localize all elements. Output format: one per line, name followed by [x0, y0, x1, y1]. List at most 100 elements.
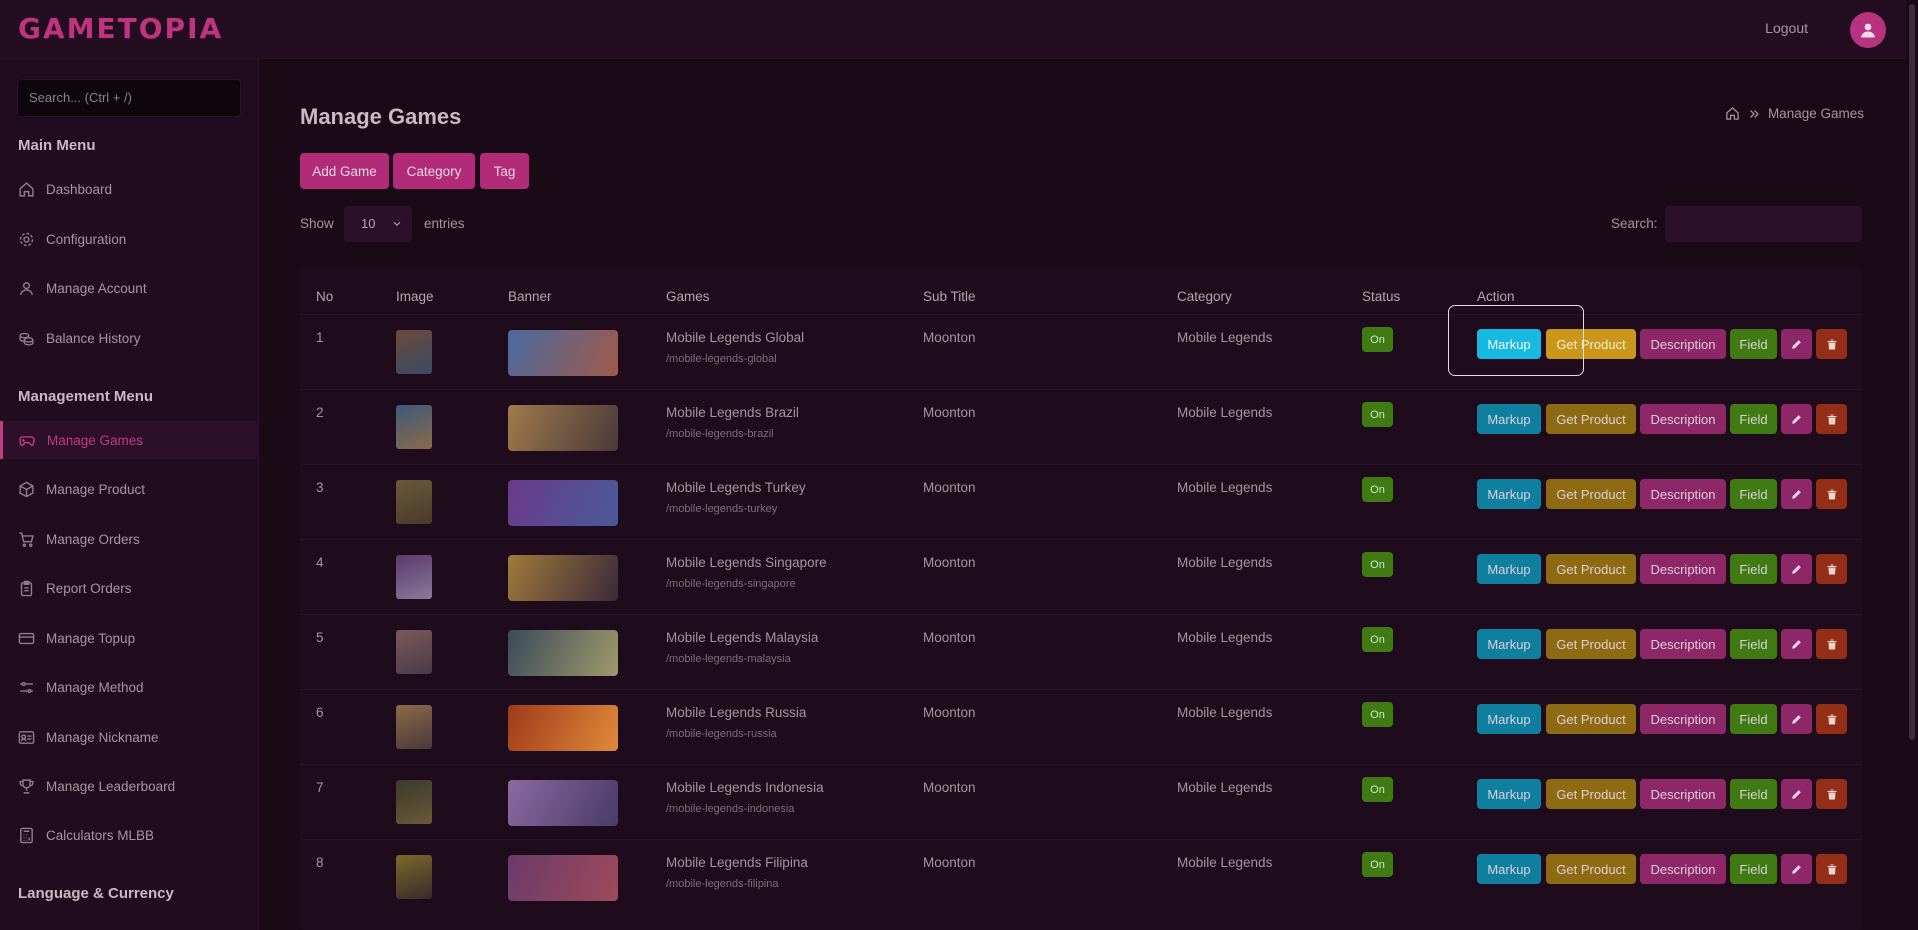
field-button[interactable]: Field [1730, 704, 1777, 734]
column-header-banner[interactable]: Banner [508, 289, 552, 304]
avatar[interactable] [1850, 12, 1886, 48]
description-button[interactable]: Description [1640, 554, 1726, 584]
edit-button[interactable] [1781, 779, 1812, 809]
status-badge[interactable]: On [1362, 777, 1393, 802]
delete-button[interactable] [1816, 704, 1847, 734]
logout-link[interactable]: Logout [1765, 20, 1808, 36]
sidebar-item-report-orders[interactable]: Report Orders [0, 569, 258, 607]
markup-button[interactable]: Markup [1477, 404, 1541, 434]
add-game-button[interactable]: Add Game [300, 153, 389, 189]
description-button[interactable]: Description [1640, 329, 1726, 359]
sidebar-search-input[interactable]: Search... (Ctrl + /) [17, 79, 241, 117]
column-header-sub-title[interactable]: Sub Title [923, 289, 976, 304]
sidebar-item-dashboard[interactable]: Dashboard [0, 170, 258, 208]
field-button[interactable]: Field [1730, 404, 1777, 434]
scrollbar-thumb[interactable] [1909, 4, 1915, 740]
status-badge[interactable]: On [1362, 552, 1393, 577]
field-button[interactable]: Field [1730, 854, 1777, 884]
markup-button[interactable]: Markup [1477, 704, 1541, 734]
entries-select[interactable]: 10 [344, 206, 412, 242]
field-button[interactable]: Field [1730, 479, 1777, 509]
get-product-button[interactable]: Get Product [1546, 854, 1636, 884]
sidebar-item-label: Manage Topup [46, 630, 136, 646]
sidebar-item-manage-topup[interactable]: Manage Topup [0, 619, 258, 657]
get-product-button[interactable]: Get Product [1546, 404, 1636, 434]
description-button[interactable]: Description [1640, 479, 1726, 509]
status-badge[interactable]: On [1362, 327, 1393, 352]
app-logo[interactable]: GAMETOPIA [18, 12, 223, 45]
sidebar-item-manage-games[interactable]: Manage Games [0, 421, 258, 459]
status-badge[interactable]: On [1362, 477, 1393, 502]
description-button[interactable]: Description [1640, 854, 1726, 884]
game-name: Mobile Legends Malaysia [666, 630, 819, 645]
delete-button[interactable] [1816, 329, 1847, 359]
sidebar-item-manage-orders[interactable]: Manage Orders [0, 520, 258, 558]
column-header-status[interactable]: Status [1362, 289, 1400, 304]
sidebar-item-calculators-mlbb[interactable]: Calculators MLBB [0, 816, 258, 854]
get-product-button[interactable]: Get Product [1546, 554, 1636, 584]
sidebar-item-configuration[interactable]: Configuration [0, 220, 258, 258]
column-header-games[interactable]: Games [666, 289, 710, 304]
sidebar-item-manage-product[interactable]: Manage Product [0, 470, 258, 508]
edit-button[interactable] [1781, 479, 1812, 509]
tag-button[interactable]: Tag [480, 153, 529, 189]
game-category: Mobile Legends [1177, 630, 1273, 645]
game-banner [508, 405, 618, 451]
edit-button[interactable] [1781, 629, 1812, 659]
get-product-button[interactable]: Get Product [1546, 629, 1636, 659]
game-banner [508, 555, 618, 601]
table-row: 7 Mobile Legends Indonesia/mobile-legends… [300, 764, 1862, 840]
edit-button[interactable] [1781, 854, 1812, 884]
sidebar-item-manage-leaderboard[interactable]: Manage Leaderboard [0, 767, 258, 805]
page-scrollbar[interactable] [1906, 0, 1918, 930]
get-product-button[interactable]: Get Product [1546, 704, 1636, 734]
markup-button[interactable]: Markup [1477, 479, 1541, 509]
category-button[interactable]: Category [393, 153, 475, 189]
edit-button[interactable] [1781, 704, 1812, 734]
description-button[interactable]: Description [1640, 404, 1726, 434]
delete-button[interactable] [1816, 629, 1847, 659]
status-badge[interactable]: On [1362, 852, 1393, 877]
description-button[interactable]: Description [1640, 779, 1726, 809]
markup-button[interactable]: Markup [1477, 554, 1541, 584]
trash-icon [1827, 864, 1836, 874]
edit-button[interactable] [1781, 329, 1812, 359]
breadcrumb: Manage Games [1725, 106, 1864, 121]
edit-button[interactable] [1781, 554, 1812, 584]
game-category: Mobile Legends [1177, 330, 1273, 345]
sidebar-item-manage-nickname[interactable]: Manage Nickname [0, 718, 258, 756]
home-icon[interactable] [1725, 106, 1740, 121]
show-label: Show [300, 216, 334, 231]
description-button[interactable]: Description [1640, 704, 1726, 734]
column-header-image[interactable]: Image [396, 289, 434, 304]
field-button[interactable]: Field [1730, 629, 1777, 659]
game-banner [508, 780, 618, 826]
delete-button[interactable] [1816, 554, 1847, 584]
edit-button[interactable] [1781, 404, 1812, 434]
field-button[interactable]: Field [1730, 554, 1777, 584]
delete-button[interactable] [1816, 779, 1847, 809]
field-button[interactable]: Field [1730, 779, 1777, 809]
description-button[interactable]: Description [1640, 629, 1726, 659]
column-header-category[interactable]: Category [1177, 289, 1232, 304]
table-search-input[interactable] [1665, 206, 1862, 242]
game-name: Mobile Legends Indonesia [666, 780, 824, 795]
markup-button[interactable]: Markup [1477, 629, 1541, 659]
get-product-button[interactable]: Get Product [1546, 479, 1636, 509]
status-badge[interactable]: On [1362, 627, 1393, 652]
delete-button[interactable] [1816, 479, 1847, 509]
sidebar-item-manage-account[interactable]: Manage Account [0, 269, 258, 307]
status-badge[interactable]: On [1362, 702, 1393, 727]
get-product-button[interactable]: Get Product [1546, 779, 1636, 809]
pencil-icon [1792, 864, 1801, 874]
sidebar-item-label: Manage Nickname [46, 729, 159, 745]
delete-button[interactable] [1816, 854, 1847, 884]
column-header-no[interactable]: No [316, 289, 333, 304]
markup-button[interactable]: Markup [1477, 779, 1541, 809]
markup-button[interactable]: Markup [1477, 854, 1541, 884]
sidebar-item-balance-history[interactable]: Balance History [0, 319, 258, 357]
delete-button[interactable] [1816, 404, 1847, 434]
field-button[interactable]: Field [1730, 329, 1777, 359]
status-badge[interactable]: On [1362, 402, 1393, 427]
sidebar-item-manage-method[interactable]: Manage Method [0, 668, 258, 706]
